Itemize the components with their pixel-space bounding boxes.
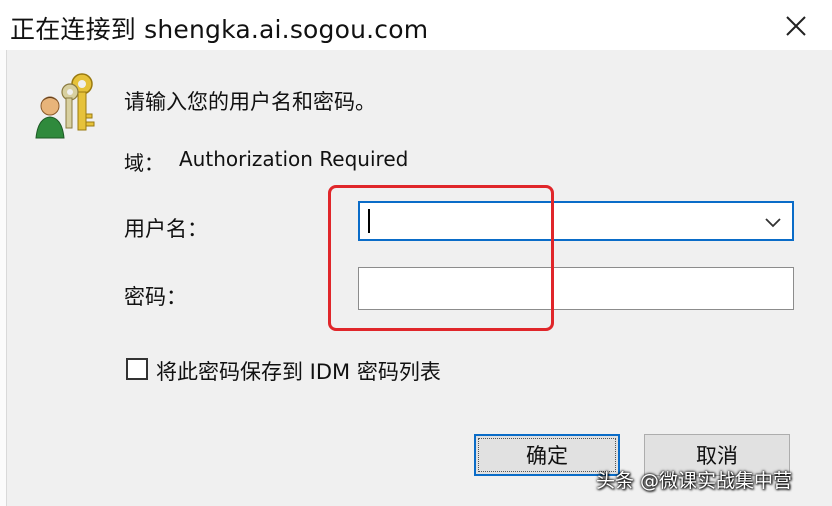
password-input[interactable]	[365, 268, 789, 308]
password-field[interactable]	[358, 267, 794, 310]
username-label: 用户名：	[124, 217, 208, 241]
save-password-label[interactable]: 将此密码保存到 IDM 密码列表	[156, 356, 441, 386]
chevron-down-icon[interactable]	[762, 211, 784, 233]
window-left-edge	[0, 50, 7, 506]
realm-value: Authorization Required	[179, 147, 409, 171]
password-label: 密码：	[124, 285, 187, 309]
realm-label: 域：	[124, 151, 164, 175]
window-title: 正在连接到 shengka.ai.sogou.com	[10, 15, 429, 44]
username-input[interactable]	[364, 205, 758, 239]
save-password-checkbox[interactable]	[126, 358, 148, 380]
title-bar[interactable]: 正在连接到 shengka.ai.sogou.com	[0, 0, 832, 50]
text-caret	[368, 209, 370, 233]
watermark: 头条 @微课实战集中营	[596, 470, 793, 492]
user-keys-icon	[35, 73, 95, 139]
close-button[interactable]	[778, 8, 814, 44]
username-combobox[interactable]	[358, 201, 794, 241]
close-icon	[786, 16, 806, 36]
login-dialog: 正在连接到 shengka.ai.sogou.com 请输入您的用户名和密码。 …	[0, 0, 832, 506]
prompt-text: 请输入您的用户名和密码。	[124, 90, 376, 114]
